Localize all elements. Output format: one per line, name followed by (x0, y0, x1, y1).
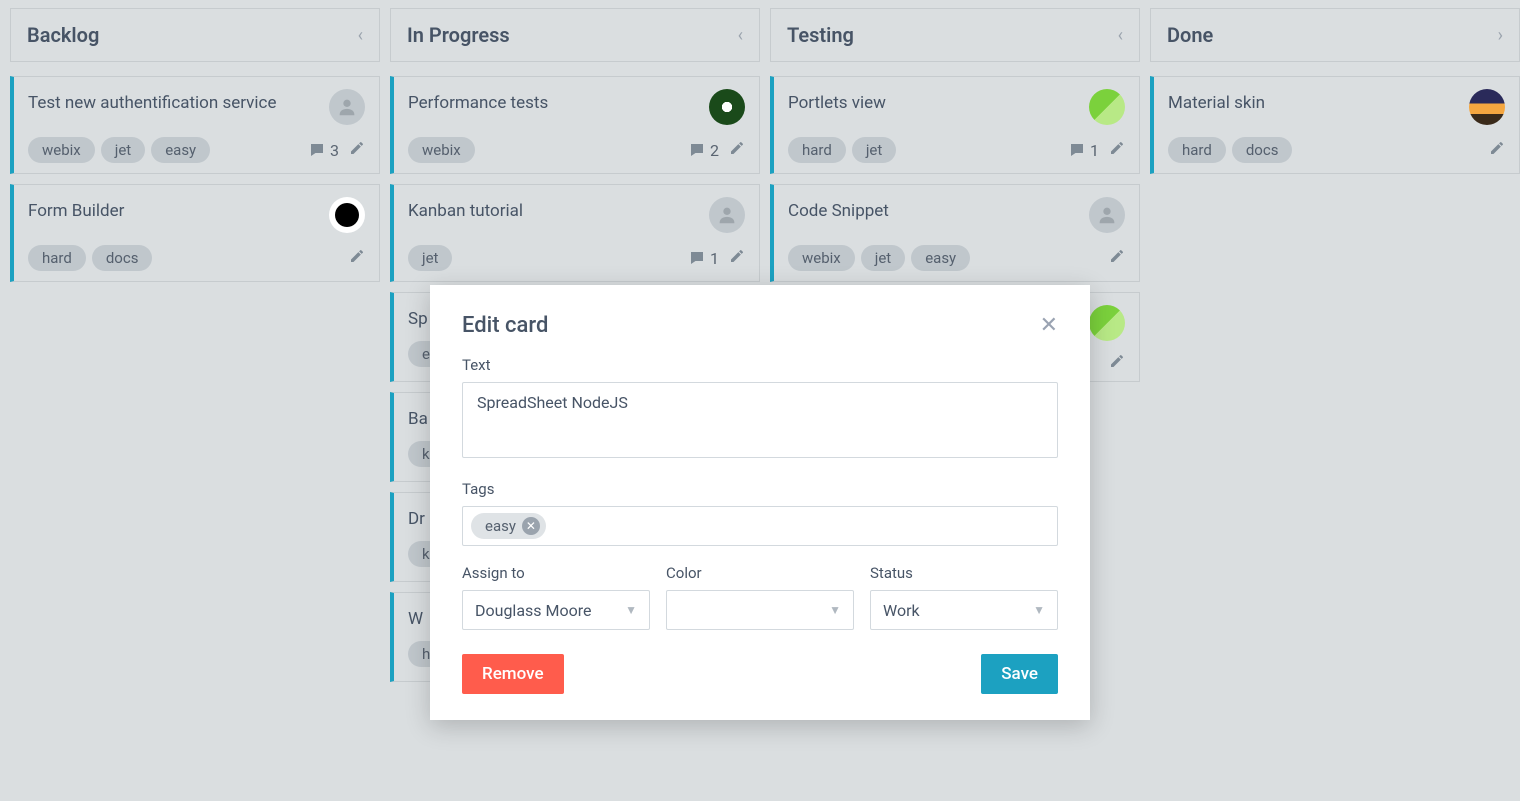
remove-button[interactable]: Remove (462, 654, 564, 694)
card-title: Performance tests (408, 89, 548, 113)
tag: easy (911, 245, 970, 271)
close-icon[interactable]: ✕ (1040, 313, 1058, 338)
assign-value: Douglass Moore (475, 601, 591, 620)
card-title: Dr (408, 505, 425, 529)
tag: hard (1168, 137, 1226, 163)
color-field-label: Color (666, 564, 854, 582)
column-title: Testing (787, 23, 854, 47)
column-header[interactable]: Testing ‹ (770, 8, 1140, 62)
tag: jet (852, 137, 896, 163)
kanban-card[interactable]: Test new authentification service webixje… (10, 76, 380, 174)
save-button[interactable]: Save (981, 654, 1058, 694)
avatar[interactable] (329, 197, 365, 233)
text-field-label: Text (462, 356, 1058, 374)
kanban-card[interactable]: Performance tests webix 2 (390, 76, 760, 174)
chevron-down-icon: ▼ (1033, 603, 1045, 617)
color-select[interactable]: ▼ (666, 590, 854, 630)
tag-chip-label: easy (485, 517, 516, 535)
modal-title: Edit card (462, 313, 548, 338)
tag: jet (408, 245, 452, 271)
edit-icon[interactable] (349, 248, 365, 268)
edit-icon[interactable] (729, 140, 745, 160)
tag: easy (151, 137, 210, 163)
column-title: Done (1167, 23, 1213, 47)
tag: hard (788, 137, 846, 163)
status-value: Work (883, 601, 920, 620)
kanban-card[interactable]: Portlets view hardjet 1 (770, 76, 1140, 174)
edit-icon[interactable] (729, 248, 745, 268)
avatar[interactable] (1089, 305, 1125, 341)
card-title: Ba (408, 405, 428, 429)
kanban-card[interactable]: Material skin harddocs (1150, 76, 1520, 174)
card-title: Material skin (1168, 89, 1265, 113)
tag: docs (92, 245, 153, 271)
status-select[interactable]: Work ▼ (870, 590, 1058, 630)
column-title: In Progress (407, 23, 510, 47)
chevron-down-icon: ▼ (625, 603, 637, 617)
tags-field-label: Tags (462, 480, 1058, 498)
kanban-card[interactable]: Kanban tutorial jet 1 (390, 184, 760, 282)
tag: webix (788, 245, 855, 271)
edit-icon[interactable] (1109, 353, 1125, 373)
edit-icon[interactable] (1489, 140, 1505, 160)
kanban-card[interactable]: Form Builder harddocs (10, 184, 380, 282)
tags-field[interactable]: easy ✕ (462, 506, 1058, 546)
tag: hard (28, 245, 86, 271)
card-title: W (408, 605, 423, 629)
comment-count[interactable]: 1 (688, 249, 719, 268)
text-field[interactable] (462, 382, 1058, 458)
card-title: Sp (408, 305, 428, 329)
tag-chip-easy: easy ✕ (471, 513, 546, 539)
comment-count[interactable]: 2 (688, 141, 719, 160)
column-header[interactable]: In Progress ‹ (390, 8, 760, 62)
avatar[interactable] (1469, 89, 1505, 125)
tag: jet (101, 137, 145, 163)
column-title: Backlog (27, 23, 99, 47)
avatar[interactable] (329, 89, 365, 125)
tag-remove-icon[interactable]: ✕ (522, 517, 540, 535)
avatar[interactable] (1089, 197, 1125, 233)
edit-icon[interactable] (349, 140, 365, 160)
status-field-label: Status (870, 564, 1058, 582)
assign-select[interactable]: Douglass Moore ▼ (462, 590, 650, 630)
chevron-left-icon[interactable]: ‹ (358, 25, 363, 46)
chevron-right-icon[interactable]: › (1498, 25, 1503, 46)
avatar[interactable] (1089, 89, 1125, 125)
comment-count[interactable]: 1 (1068, 141, 1099, 160)
card-title: Form Builder (28, 197, 124, 221)
card-title: Code Snippet (788, 197, 889, 221)
kanban-card[interactable]: Code Snippet webixjeteasy (770, 184, 1140, 282)
column-header[interactable]: Backlog ‹ (10, 8, 380, 62)
avatar[interactable] (709, 89, 745, 125)
edit-card-modal: Edit card ✕ Text Tags easy ✕ Assign to D… (430, 285, 1090, 720)
chevron-left-icon[interactable]: ‹ (738, 25, 743, 46)
tag: docs (1232, 137, 1293, 163)
tag: jet (861, 245, 905, 271)
card-title: Kanban tutorial (408, 197, 523, 221)
tag: webix (28, 137, 95, 163)
edit-icon[interactable] (1109, 140, 1125, 160)
card-title: Test new authentification service (28, 89, 276, 113)
tag: webix (408, 137, 475, 163)
assign-field-label: Assign to (462, 564, 650, 582)
column-header[interactable]: Done › (1150, 8, 1520, 62)
card-title: Portlets view (788, 89, 886, 113)
chevron-left-icon[interactable]: ‹ (1118, 25, 1123, 46)
chevron-down-icon: ▼ (829, 603, 841, 617)
edit-icon[interactable] (1109, 248, 1125, 268)
comment-count[interactable]: 3 (308, 141, 339, 160)
avatar[interactable] (709, 197, 745, 233)
